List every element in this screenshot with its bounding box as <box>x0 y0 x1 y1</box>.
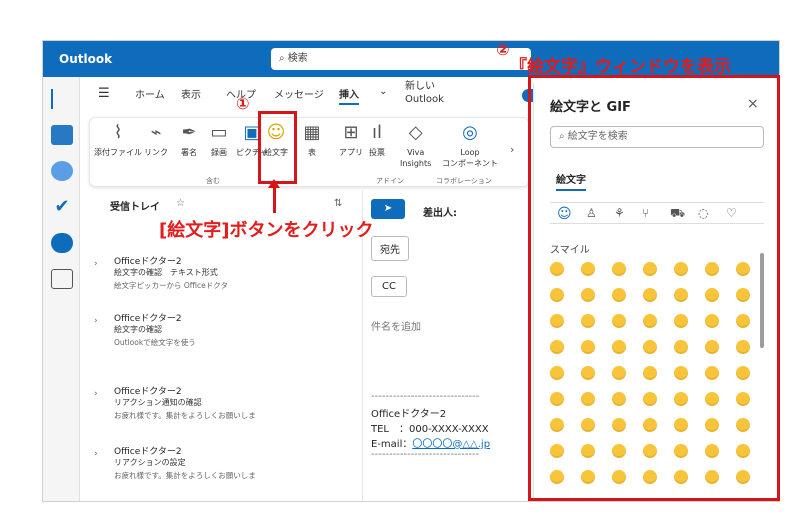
emoji-panel-highlight <box>528 75 780 501</box>
mail-preview: お疲れ様です。集計をよろしくお願いしま <box>114 411 256 420</box>
mail-preview: お疲れ様です。集計をよろしくお願いしま <box>114 471 256 480</box>
onedrive-icon[interactable] <box>51 233 73 253</box>
todo-check-icon[interactable]: ✔ <box>51 197 73 217</box>
viva-icon: ◇ <box>408 122 423 143</box>
viva-insights-button[interactable]: ◇ Viva Insights <box>400 122 431 169</box>
calendar-icon[interactable] <box>51 125 73 145</box>
mail-preview: Outlookで絵文字を使う <box>114 338 196 347</box>
mail-sender: Officeドクター2 <box>114 314 182 324</box>
signature-phone: TEL ：000-XXXX-XXXX <box>371 424 489 435</box>
separator-bottom: ------------------------------ <box>371 449 480 460</box>
menu-message[interactable]: メッセージ <box>274 86 324 101</box>
mail-sender: Officeドクター2 <box>114 387 182 397</box>
subject-input[interactable]: 件名を追加 <box>371 318 421 333</box>
to-button[interactable]: 宛先 <box>371 236 409 261</box>
chevron-right-icon[interactable]: › <box>510 143 514 156</box>
group-collaboration: コラボレーション <box>436 177 492 185</box>
search-placeholder: 検索 <box>287 53 308 64</box>
link-button[interactable]: ⌁ リンク <box>144 122 168 158</box>
mail-item[interactable]: › Officeドクター2 リアクションの設定 お疲れ様です。集計をよろしくお願… <box>86 441 358 495</box>
step-one-marker: ① <box>236 94 250 113</box>
menu-chevron-icon[interactable]: ⌄ <box>379 86 387 97</box>
star-icon[interactable]: ☆ <box>176 198 185 209</box>
hamburger-icon[interactable]: ☰ <box>98 86 110 101</box>
separator-top: ------------------------------ <box>371 391 480 402</box>
table-icon: ▦ <box>303 122 321 143</box>
attach-file-button[interactable]: ⌇ 添付ファイル <box>94 122 142 158</box>
screenshot-root: Outlook ⌕ 検索 ✔ ☰ ホーム 表示 ヘルプ メッセージ 挿入 ⌄ 新… <box>0 0 812 517</box>
send-button[interactable]: ➤ <box>371 199 405 219</box>
signature-button[interactable]: ✒ 署名 <box>178 122 200 158</box>
new-outlook-label: 新しい Outlook <box>405 81 444 105</box>
compose-pane: ➤ 差出人: 宛先 CC 件名を追加 ---------------------… <box>362 191 534 501</box>
mail-preview: 絵文字ピッカーから Officeドクタ <box>114 281 228 290</box>
cc-button[interactable]: CC <box>371 276 407 297</box>
step-two-marker: ② <box>496 40 510 59</box>
mail-subject: リアクションの設定 <box>114 458 186 467</box>
folder-title: 受信トレイ <box>110 202 160 213</box>
poll-icon: ıl <box>371 122 382 143</box>
poll-button[interactable]: ıl 投票 <box>366 122 388 158</box>
video-icon: ▭ <box>210 122 228 143</box>
mail-item[interactable]: › Officeドクター2 絵文字の確認 Outlookで絵文字を使う <box>86 308 358 362</box>
callout-click-emoji: [絵文字]ボタンをクリック <box>159 220 374 241</box>
search-box[interactable]: ⌕ 検索 <box>271 48 531 70</box>
group-include: 含む <box>206 177 220 185</box>
group-addins: アドイン <box>376 177 404 185</box>
table-button[interactable]: ▦ 表 <box>301 122 323 158</box>
mail-subject: 絵文字の確認 <box>114 325 162 334</box>
signature-icon: ✒ <box>181 122 197 143</box>
ribbon: ⌇ 添付ファイル ⌁ リンク ✒ 署名 ▭ 録画 ▣ ピクチャ ☺ 絵文字 ▦ 表 ⊞ アプリ … <box>89 117 529 187</box>
menu-bar: ☰ ホーム 表示 ヘルプ メッセージ 挿入 ⌄ 新しい Outlook <box>80 77 580 113</box>
mail-sender: Officeドクター2 <box>114 257 182 267</box>
mail-sender: Officeドクター2 <box>114 447 182 457</box>
arrow-line <box>273 185 276 213</box>
apps-icon[interactable] <box>51 269 73 289</box>
left-rail: ✔ <box>43 77 80 501</box>
mail-subject: 絵文字の確認 テキスト形式 <box>114 268 218 277</box>
record-button[interactable]: ▭ 録画 <box>208 122 230 158</box>
mail-subject: リアクション通知の確認 <box>114 398 202 407</box>
app-title: Outlook <box>59 52 113 66</box>
menu-insert[interactable]: 挿入 <box>339 86 359 105</box>
paperclip-icon: ⌇ <box>113 122 123 143</box>
apps-button[interactable]: ⊞ アプリ <box>339 122 363 158</box>
signature-email: E-mail：〇〇〇〇@△△.jp <box>371 439 491 450</box>
emoji-button-highlight <box>258 111 297 184</box>
menu-view[interactable]: 表示 <box>181 86 201 101</box>
mail-icon[interactable] <box>51 89 73 109</box>
link-icon: ⌁ <box>150 122 162 143</box>
loop-button[interactable]: ◎ Loop コンポーネント <box>442 122 498 169</box>
callout-emoji-window: 『絵文字』ウィンドウを表示 <box>510 57 731 77</box>
signature-name: Officeドクター2 <box>371 409 447 420</box>
menu-home[interactable]: ホーム <box>135 86 165 101</box>
people-icon[interactable] <box>51 161 73 181</box>
sort-icon[interactable]: ⇅ <box>334 198 342 209</box>
search-icon: ⌕ <box>279 53 285 64</box>
loop-icon: ◎ <box>462 122 478 143</box>
mail-item[interactable]: › Officeドクター2 絵文字の確認 テキスト形式 絵文字ピッカーから Of… <box>86 251 358 305</box>
from-label: 差出人: <box>423 208 457 219</box>
apps-icon: ⊞ <box>343 122 359 143</box>
arrow-head-icon <box>268 179 280 188</box>
mail-item[interactable]: › Officeドクター2 リアクション通知の確認 お疲れ様です。集計をよろしく… <box>86 381 358 435</box>
